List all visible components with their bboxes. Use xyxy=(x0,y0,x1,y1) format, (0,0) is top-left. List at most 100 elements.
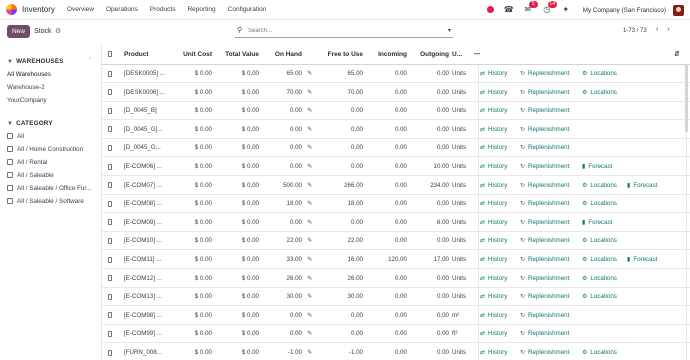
history-button[interactable]: ⇄ History xyxy=(480,84,507,101)
search-input[interactable] xyxy=(248,26,438,36)
row-checkbox[interactable] xyxy=(108,288,116,305)
checkbox[interactable] xyxy=(7,185,13,191)
warehouse-item-yourcompany[interactable]: YourCompany xyxy=(7,97,64,104)
menu-configuration[interactable]: Configuration xyxy=(228,6,267,13)
table-row[interactable]: [E-COM07] ... $ 0.00 $ 0.00 500.00 ✎ 266.00 0.… xyxy=(102,177,690,195)
checkbox[interactable] xyxy=(7,172,13,178)
forecast-button[interactable]: ▮ Forecast xyxy=(627,177,657,194)
replenishment-button[interactable]: ↻ Replenishment xyxy=(520,325,569,342)
locations-button[interactable]: ⚙ Locations xyxy=(582,195,617,212)
row-checkbox[interactable] xyxy=(108,195,116,212)
replenishment-button[interactable]: ↻ Replenishment xyxy=(520,177,569,194)
warehouse-item-all[interactable]: All Warehouses xyxy=(7,71,64,78)
category-item[interactable]: All / Saleable xyxy=(7,172,91,179)
row-checkbox[interactable] xyxy=(108,307,116,324)
edit-pencil-icon[interactable]: ✎ xyxy=(307,121,315,138)
replenishment-button[interactable]: ↻ Replenishment xyxy=(520,195,569,212)
table-row[interactable]: [D_0045_G... $ 0.00 $ 0.00 0.00 ✎ 0.00 0.00 0.0… xyxy=(102,139,690,158)
row-checkbox[interactable] xyxy=(108,177,116,194)
category-item[interactable]: All / Saleable / Office Fur... xyxy=(7,185,91,192)
edit-pencil-icon[interactable]: ✎ xyxy=(307,344,315,360)
history-button[interactable]: ⇄ History xyxy=(480,307,507,324)
row-checkbox[interactable] xyxy=(108,139,116,156)
locations-button[interactable]: ⚙ Locations xyxy=(582,344,617,360)
column-incoming[interactable]: Incoming xyxy=(364,44,407,64)
edit-pencil-icon[interactable]: ✎ xyxy=(307,270,315,287)
table-row[interactable]: [DESK0005] ... $ 0.00 $ 0.00 65.00 ✎ 65.00 0.0… xyxy=(102,65,690,83)
forecast-button[interactable]: ▮ Forecast xyxy=(582,214,612,231)
history-button[interactable]: ⇄ History xyxy=(480,177,507,194)
table-row[interactable]: [FURN_008... $ 0.00 $ 0.00 -1.00 ✎ -1.00 0.00 0… xyxy=(102,344,690,360)
row-checkbox[interactable] xyxy=(108,344,116,360)
locations-button[interactable]: ⚙ Locations xyxy=(582,177,617,194)
replenishment-button[interactable]: ↻ Replenishment xyxy=(520,84,569,101)
locations-button[interactable]: ⚙ Locations xyxy=(582,288,617,305)
pager-value[interactable]: 1-73 / 73 xyxy=(623,28,647,34)
replenishment-button[interactable]: ↻ Replenishment xyxy=(520,121,569,138)
row-checkbox[interactable] xyxy=(108,102,116,119)
table-row[interactable]: [E-COM12] ... $ 0.00 $ 0.00 26.00 ✎ 26.00 0.00… xyxy=(102,270,690,288)
warehouse-item-warehouse-2[interactable]: Warehouse-2 xyxy=(7,84,64,91)
table-row[interactable]: [E-COM09] ... $ 0.00 $ 0.00 0.00 ✎ 0.00 0.00 6.… xyxy=(102,214,690,232)
replenishment-button[interactable]: ↻ Replenishment xyxy=(520,139,569,156)
edit-pencil-icon[interactable]: ✎ xyxy=(307,177,315,194)
new-button[interactable]: New xyxy=(7,25,30,38)
checkbox[interactable] xyxy=(7,146,13,152)
table-row[interactable]: [E-COM98] ... $ 0.00 $ 0.00 0.00 ✎ 0.00 0.00 0.… xyxy=(102,307,690,325)
locations-button[interactable]: ⚙ Locations xyxy=(582,251,617,268)
replenishment-button[interactable]: ↻ Replenishment xyxy=(520,232,569,249)
gear-icon[interactable]: ⚙ xyxy=(55,27,61,35)
replenishment-button[interactable]: ↻ Replenishment xyxy=(520,288,569,305)
row-checkbox[interactable] xyxy=(108,270,116,287)
locations-button[interactable]: ⚙ Locations xyxy=(582,65,617,82)
menu-reporting[interactable]: Reporting xyxy=(187,6,215,13)
replenishment-button[interactable]: ↻ Replenishment xyxy=(520,251,569,268)
replenishment-button[interactable]: ↻ Replenishment xyxy=(520,214,569,231)
app-brand[interactable]: Inventory xyxy=(6,4,55,15)
edit-pencil-icon[interactable]: ✎ xyxy=(307,307,315,324)
column-total-value[interactable]: Total Value xyxy=(214,44,259,64)
chevron-down-icon[interactable]: ▾ xyxy=(448,27,451,34)
row-checkbox[interactable] xyxy=(108,158,116,175)
locations-button[interactable]: ⚙ Locations xyxy=(582,84,617,101)
table-row[interactable]: [E-COM99] ... $ 0.00 $ 0.00 0.00 ✎ 0.00 0.00 0.… xyxy=(102,325,690,344)
row-checkbox[interactable] xyxy=(108,121,116,138)
settings-icon[interactable]: ✦ xyxy=(561,5,571,15)
edit-pencil-icon[interactable]: ✎ xyxy=(307,158,315,175)
edit-pencil-icon[interactable]: ✎ xyxy=(307,84,315,101)
row-checkbox[interactable] xyxy=(108,232,116,249)
history-button[interactable]: ⇄ History xyxy=(480,139,507,156)
forecast-button[interactable]: ▮ Forecast xyxy=(627,251,657,268)
replenishment-button[interactable]: ↻ Replenishment xyxy=(520,270,569,287)
locations-button[interactable]: ⚙ Locations xyxy=(582,232,617,249)
company-switcher[interactable]: My Company (San Francisco) xyxy=(583,7,666,14)
collapse-panel-icon[interactable]: ‹ xyxy=(89,56,91,62)
history-button[interactable]: ⇄ History xyxy=(480,344,507,360)
replenishment-button[interactable]: ↻ Replenishment xyxy=(520,307,569,324)
category-item[interactable]: All / Saleable / Software xyxy=(7,198,91,205)
row-checkbox[interactable] xyxy=(108,325,116,342)
history-button[interactable]: ⇄ History xyxy=(480,288,507,305)
column-free-to-use[interactable]: Free to Use xyxy=(320,44,363,64)
column-on-hand[interactable]: On Hand xyxy=(262,44,302,64)
row-checkbox[interactable] xyxy=(108,84,116,101)
replenishment-button[interactable]: ↻ Replenishment xyxy=(520,102,569,119)
edit-pencil-icon[interactable]: ✎ xyxy=(307,251,315,268)
table-row[interactable]: [E-COM13] ... $ 0.00 $ 0.00 30.00 ✎ 30.00 0.00… xyxy=(102,288,690,307)
row-checkbox[interactable] xyxy=(108,251,116,268)
edit-pencil-icon[interactable]: ✎ xyxy=(307,288,315,305)
column-unit[interactable]: U... xyxy=(452,44,472,64)
category-item[interactable]: All xyxy=(7,133,91,140)
table-row[interactable]: [E-COM06] ... $ 0.00 $ 0.00 0.00 ✎ 0.00 0.00 10… xyxy=(102,158,690,176)
row-checkbox[interactable] xyxy=(108,214,116,231)
edit-pencil-icon[interactable]: ✎ xyxy=(307,232,315,249)
history-button[interactable]: ⇄ History xyxy=(480,195,507,212)
ellipsis-icon[interactable]: ⋯ xyxy=(474,44,484,64)
history-button[interactable]: ⇄ History xyxy=(480,232,507,249)
table-row[interactable]: [D_0045_G]... $ 0.00 $ 0.00 0.00 ✎ 0.00 0.00 0.… xyxy=(102,121,690,139)
checkbox[interactable] xyxy=(7,198,13,204)
checkbox[interactable] xyxy=(7,159,13,165)
checkbox[interactable] xyxy=(7,133,13,139)
phone-icon[interactable]: ☎ xyxy=(504,5,514,15)
clock-icon[interactable]: ◷ 14 xyxy=(542,1,557,15)
